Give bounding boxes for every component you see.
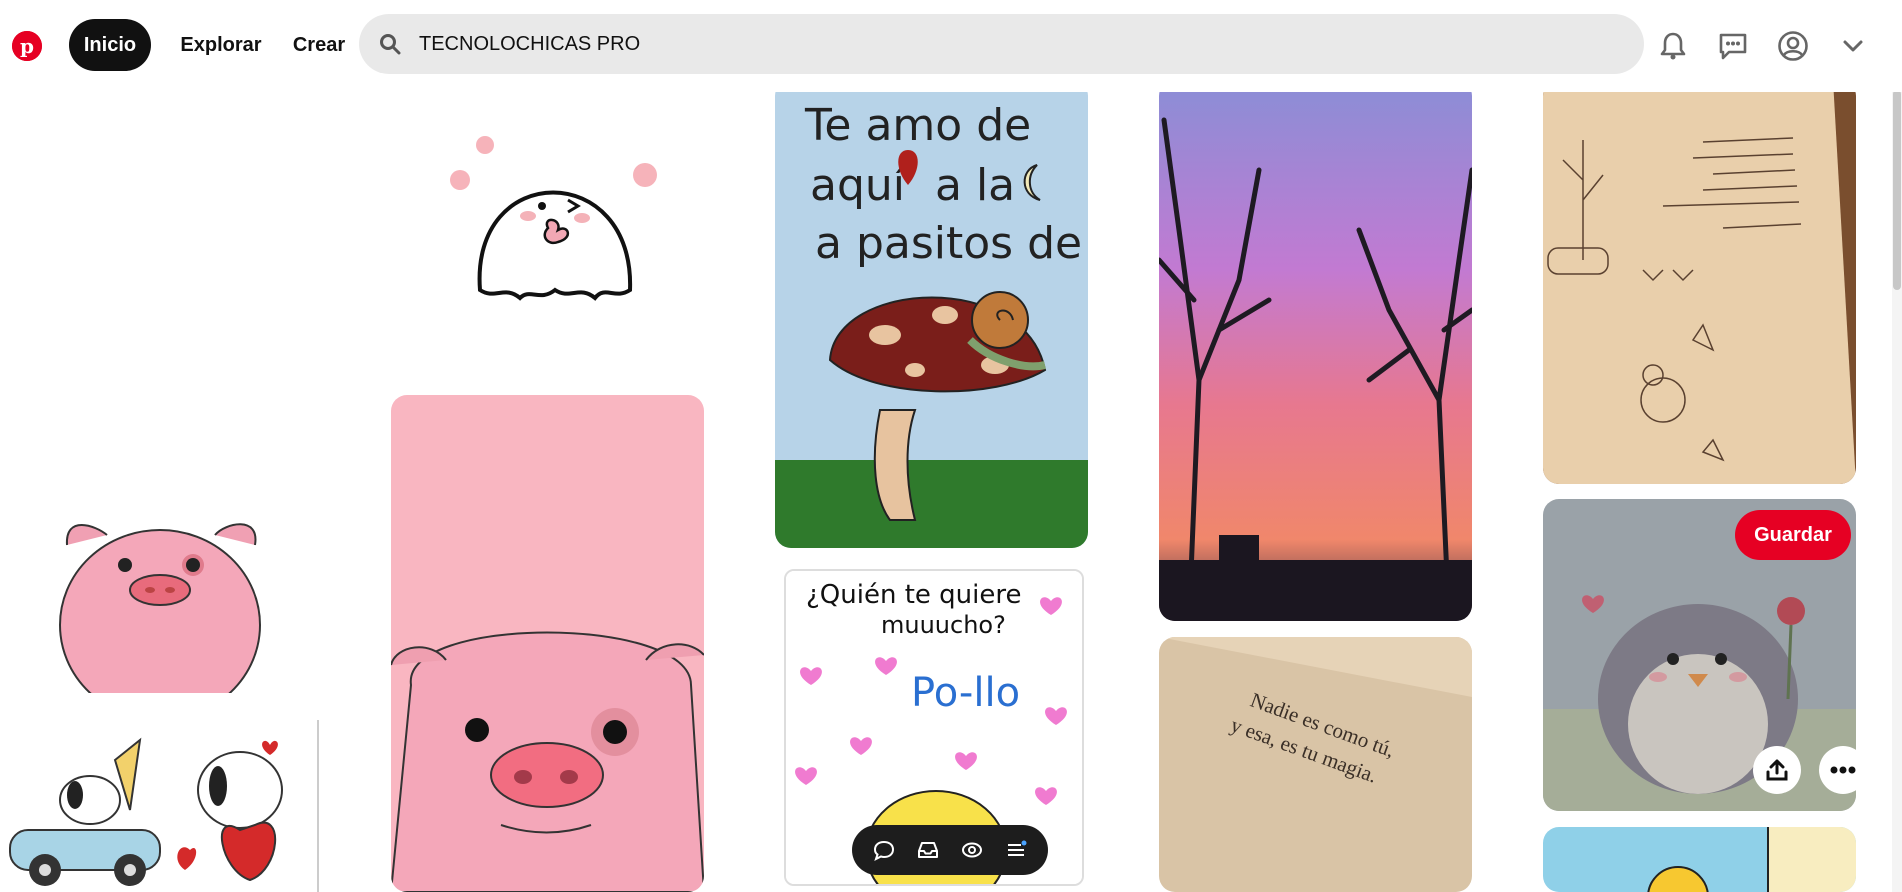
nav-explorar[interactable]: Explorar [170,19,272,71]
pin-ghost[interactable] [430,120,700,380]
pin-pig-small[interactable] [55,505,267,693]
te-amo-line-3: a la [935,160,1015,211]
pinterest-logo[interactable]: p [12,31,42,61]
te-amo-line-4: a pasitos de [815,218,1082,269]
pin-pig-large[interactable] [391,395,704,892]
pin-te-amo[interactable]: Te amo de aquí a la a pasitos de [775,80,1088,548]
te-amo-line-2: aquí [810,160,907,211]
search-bar[interactable] [359,14,1644,74]
nav-crear[interactable]: Crear [283,19,355,71]
search-input[interactable] [417,31,1571,57]
top-navigation: p Inicio Explorar Crear [0,0,1902,92]
pin-partial-bottom[interactable] [1543,827,1856,892]
save-button[interactable]: Guardar [1735,510,1851,560]
share-icon[interactable] [1753,746,1801,794]
te-amo-line-1: Te amo de [804,100,1031,151]
more-options-icon[interactable] [1819,746,1867,794]
page-scrollbar[interactable] [1892,0,1902,892]
pin-snoopy[interactable] [0,720,320,892]
pin-book-page[interactable] [1543,80,1856,484]
comment-icon[interactable] [871,837,897,863]
bell-icon[interactable] [1651,24,1695,68]
pin-sunset-sky[interactable] [1159,80,1472,621]
pollo-text: Po-llo [911,670,1020,716]
quien-line-2: muuucho? [881,611,1006,639]
floating-toolbar [852,825,1048,875]
search-icon [377,31,403,57]
svg-text:p: p [20,34,34,58]
scrollbar-thumb[interactable] [1893,90,1901,290]
messages-icon[interactable] [1711,24,1755,68]
nav-inicio[interactable]: Inicio [69,19,151,71]
menu-icon[interactable] [1003,837,1029,863]
chevron-down-icon[interactable] [1831,24,1875,68]
inbox-icon[interactable] [915,837,941,863]
pin-nadie-paper[interactable]: Nadie es como tú, y esa, es tu magia. [1159,637,1472,892]
quien-line-1: ¿Quién te quiere [806,580,1021,610]
eye-icon[interactable] [959,837,985,863]
profile-icon[interactable] [1771,24,1815,68]
